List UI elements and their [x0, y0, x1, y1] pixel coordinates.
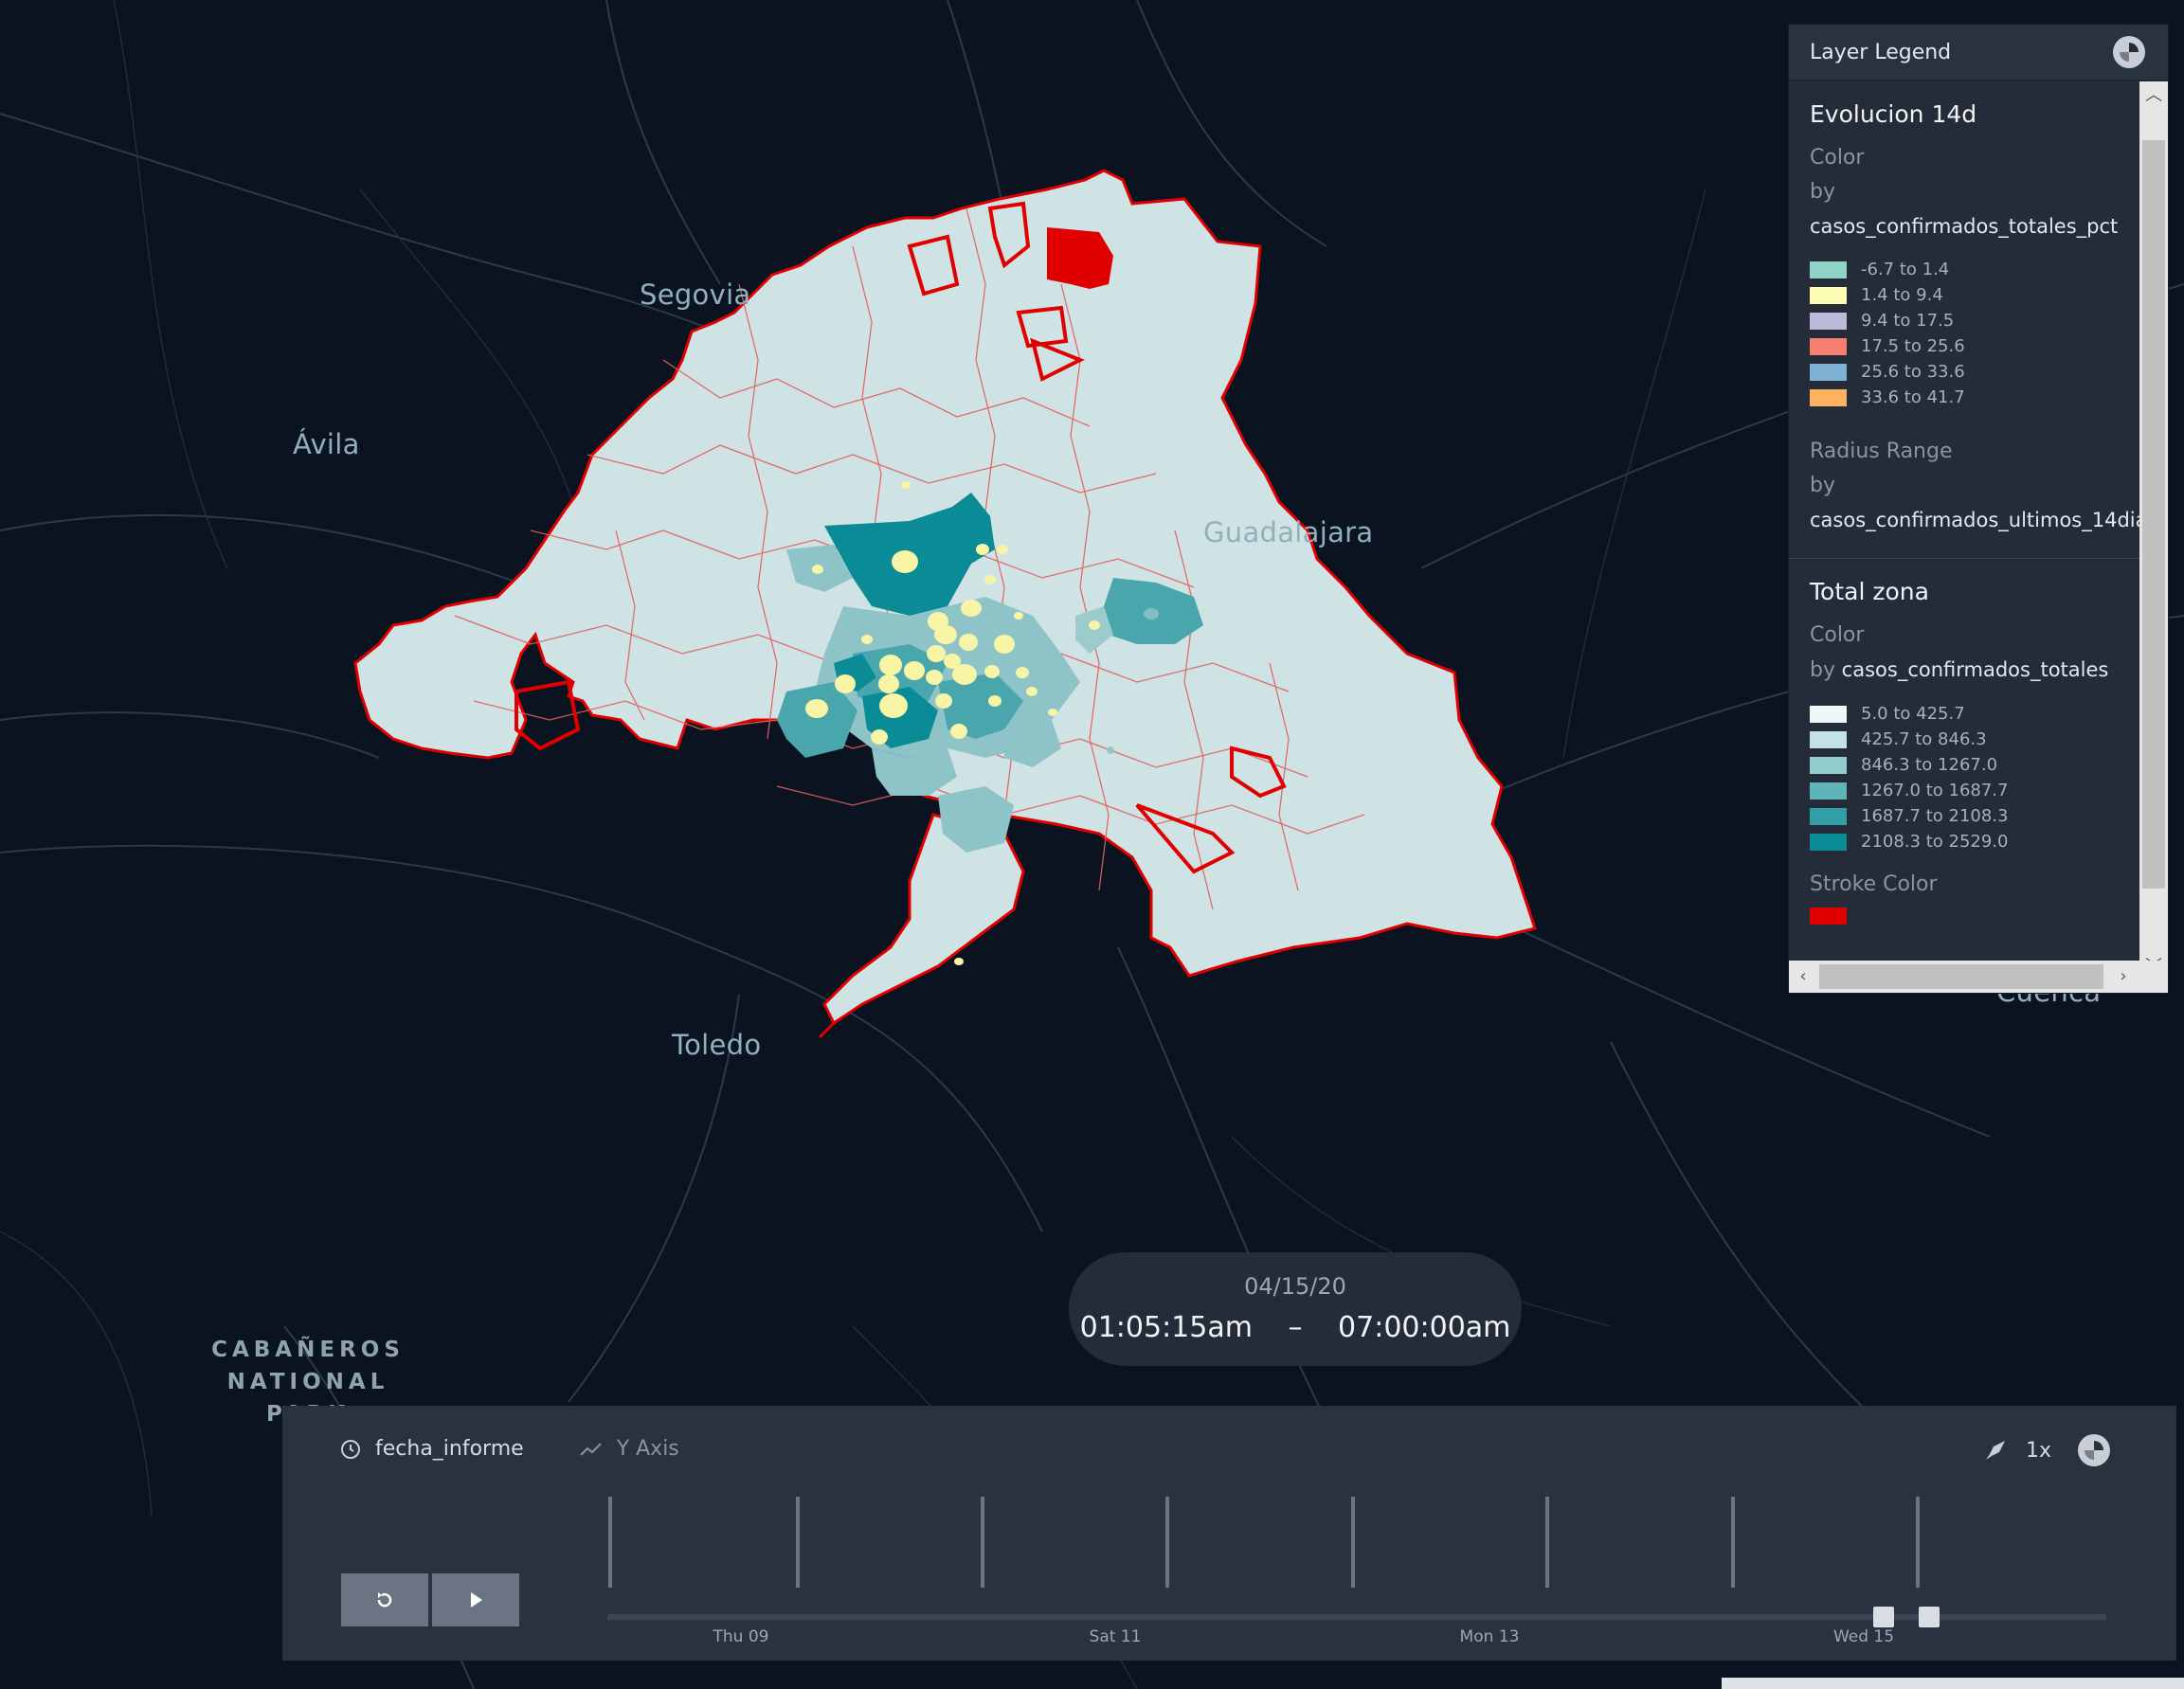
clock-icon: [341, 1439, 360, 1459]
legend-layer-total-zona: Total zona Color by casos_confirmados_to…: [1789, 559, 2139, 925]
swatch: [1810, 807, 1847, 825]
reset-button[interactable]: [341, 1573, 428, 1626]
legend-item: 5.0 to 425.7: [1810, 701, 2119, 727]
color-label: Color: [1810, 146, 1865, 170]
label-toledo: Toledo: [672, 1029, 762, 1061]
legend-item: 1.4 to 9.4: [1810, 282, 2119, 308]
layer-name: Total zona: [1810, 578, 1929, 605]
time-window-display: 04/15/20 01:05:15am – 07:00:00am: [1069, 1252, 1522, 1366]
swatch: [1810, 337, 1847, 355]
legend-item: 33.6 to 41.7: [1810, 385, 2119, 410]
swatch: [1810, 730, 1847, 748]
axis-label: Wed 15: [1832, 1627, 1895, 1646]
axis-label: Thu 09: [713, 1627, 769, 1646]
y-axis-selector[interactable]: Y Axis: [617, 1437, 679, 1461]
scroll-left-icon[interactable]: ‹: [1789, 961, 1817, 993]
play-button[interactable]: [432, 1573, 519, 1626]
legend-item: 1687.7 to 2108.3: [1810, 803, 2119, 829]
color-field-row: by casos_confirmados_totales: [1810, 658, 2109, 682]
legend-vertical-scrollbar[interactable]: ︿ ﹀: [2139, 81, 2168, 981]
stroke-color-label: Stroke Color: [1810, 872, 1938, 896]
histogram-bar: [796, 1497, 800, 1588]
scroll-thumb[interactable]: [2142, 140, 2165, 889]
swatch: [1810, 286, 1847, 304]
bottom-scrollbar[interactable]: [1722, 1678, 2184, 1689]
legend-layer-evolucion: Evolucion 14d Color by casos_confirmados…: [1789, 81, 2139, 537]
radius-field: casos_confirmados_ultimos_14dias: [1810, 509, 2139, 531]
settings-icon: [2085, 1441, 2103, 1460]
label-guadalajara: Guadalajara: [1203, 516, 1374, 548]
legend-header: Layer Legend: [1789, 25, 2168, 81]
color-field: casos_confirmados_totales: [1841, 658, 2109, 681]
histogram-bar: [1351, 1497, 1355, 1588]
legend-horizontal-scrollbar[interactable]: ‹ ›: [1789, 961, 2168, 993]
legend-item: 9.4 to 17.5: [1810, 308, 2119, 333]
histogram-bar: [1731, 1497, 1735, 1588]
scroll-thumb-h[interactable]: [1819, 964, 2103, 989]
color-label: Color: [1810, 623, 1865, 647]
legend-item: -6.7 to 1.4: [1810, 257, 2119, 282]
layer-legend-panel: Layer Legend Evolucion 14d Color by caso…: [1788, 24, 2169, 994]
histogram-bar: [608, 1497, 612, 1588]
legend-item: 846.3 to 1267.0: [1810, 752, 2119, 778]
range-start-handle[interactable]: [1873, 1607, 1894, 1627]
time-playback-panel: fecha_informe Y Axis 1x Thu 09 Sat 11 Mo…: [282, 1406, 2176, 1661]
radius-label: Radius Range: [1810, 440, 1953, 463]
layer-name: Evolucion 14d: [1810, 100, 1977, 128]
swatch: [1810, 705, 1847, 723]
swatch: [1810, 388, 1847, 406]
color-field: casos_confirmados_totales_pct: [1810, 215, 2119, 238]
label-segovia: Segovia: [640, 279, 751, 311]
legend-item: 425.7 to 846.3: [1810, 727, 2119, 752]
stroke-swatch: [1810, 907, 1847, 925]
legend-body: Evolucion 14d Color by casos_confirmados…: [1789, 81, 2139, 962]
legend-item: 2108.3 to 2529.0: [1810, 829, 2119, 854]
swatch: [1810, 363, 1847, 381]
legend-item: 1267.0 to 1687.7: [1810, 778, 2119, 803]
histogram-bar: [1916, 1497, 1920, 1588]
histogram-bar: [1545, 1497, 1549, 1588]
swatch: [1810, 782, 1847, 800]
time-field-selector[interactable]: fecha_informe: [375, 1437, 524, 1461]
line-chart-icon: [579, 1442, 602, 1456]
histogram-bar: [1165, 1497, 1169, 1588]
rocket-icon: [1985, 1441, 2005, 1460]
axis-label: Mon 13: [1459, 1627, 1520, 1646]
range-end-handle[interactable]: [1919, 1607, 1940, 1627]
by-label: by: [1810, 180, 1835, 204]
swatch: [1810, 312, 1847, 330]
speed-controls: 1x: [1982, 1434, 2110, 1466]
madrid-region[interactable]: [353, 169, 1537, 1039]
time-end: 07:00:00am: [1338, 1311, 1511, 1344]
label-avila: Ávila: [293, 428, 360, 460]
timeline-field-selectors: fecha_informe Y Axis: [339, 1437, 679, 1461]
time-start: 01:05:15am: [1079, 1311, 1253, 1344]
timeline-settings-button[interactable]: [2078, 1434, 2110, 1466]
time-separator: –: [1288, 1311, 1303, 1344]
reset-icon: [377, 1592, 392, 1608]
legend-icon: [2120, 43, 2139, 62]
legend-title: Layer Legend: [1810, 40, 1952, 64]
swatch: [1810, 261, 1847, 279]
swatch: [1810, 833, 1847, 851]
legend-item: 25.6 to 33.6: [1810, 359, 2119, 385]
speed-selector[interactable]: 1x: [2026, 1439, 2051, 1463]
play-icon: [471, 1592, 482, 1608]
scroll-up-icon[interactable]: ︿: [2139, 81, 2168, 110]
legend-toggle-button[interactable]: [2113, 36, 2145, 68]
axis-label: Sat 11: [1089, 1627, 1142, 1646]
current-date: 04/15/20: [1244, 1273, 1346, 1300]
legend-item: 17.5 to 25.6: [1810, 333, 2119, 359]
time-range: 01:05:15am – 07:00:00am: [1069, 1311, 1522, 1344]
scroll-right-icon[interactable]: ›: [2109, 961, 2138, 993]
histogram-bar: [981, 1497, 984, 1588]
radius-by-label: by: [1810, 474, 1835, 497]
swatch: [1810, 756, 1847, 774]
